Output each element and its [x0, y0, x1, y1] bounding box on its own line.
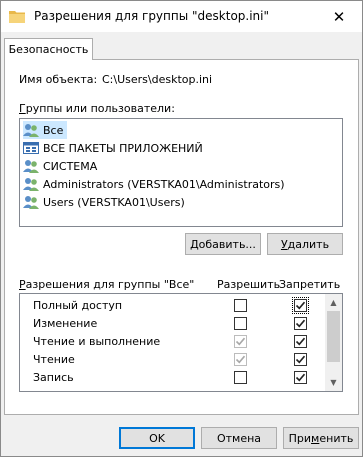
users-group-icon: [23, 122, 39, 138]
object-name-value: C:\Users\desktop.ini: [102, 73, 213, 86]
permission-row: Изменение: [20, 315, 326, 333]
list-item-all-app-packages[interactable]: ВСЕ ПАКЕТЫ ПРИЛОЖЕНИЙ: [23, 139, 207, 157]
permissions-label-rest: азрешения для группы "Все": [25, 278, 195, 291]
permissions-dialog: Разрешения для группы "desktop.ini" ✕ Бе…: [0, 0, 363, 457]
allow-checkbox[interactable]: [234, 299, 247, 312]
tab-security[interactable]: Безопасность: [4, 38, 93, 60]
scroll-up-arrow-icon[interactable]: ▲: [325, 294, 342, 311]
deny-checkbox[interactable]: [294, 335, 307, 348]
add-button-accel: Д: [190, 237, 199, 251]
allow-checkbox[interactable]: [234, 371, 247, 384]
permission-name: Запись: [33, 371, 74, 384]
deny-checkbox[interactable]: [292, 297, 309, 314]
deny-checkbox[interactable]: [294, 353, 307, 366]
title-bar: Разрешения для группы "desktop.ini" ✕: [1, 1, 362, 32]
list-item-label: Все: [43, 123, 64, 137]
groups-label-accel: Г: [19, 102, 26, 115]
allow-checkbox[interactable]: [234, 317, 247, 330]
list-item-system[interactable]: СИСТЕМА: [23, 157, 101, 175]
users-group-icon: [23, 158, 39, 174]
permission-name: Изменение: [33, 317, 98, 330]
users-group-icon: [23, 194, 39, 210]
ok-button[interactable]: OK: [119, 427, 195, 449]
groups-label: Группы или пользователи:: [19, 102, 175, 115]
allow-column-header: Разрешить: [217, 278, 281, 291]
add-button[interactable]: Добавить...: [185, 233, 261, 255]
groups-list[interactable]: Все ВСЕ ПАКЕТЫ ПРИЛОЖЕНИЙ СИСТЕМА Admini…: [19, 118, 343, 227]
apply-button[interactable]: При м енить: [283, 427, 359, 449]
apply-button-accel: м: [311, 431, 320, 445]
permission-row: Чтение: [20, 351, 326, 369]
permission-name: Полный доступ: [33, 299, 123, 312]
users-group-icon: [23, 176, 39, 192]
cancel-button[interactable]: Отмена: [201, 427, 277, 449]
list-item-label: ВСЕ ПАКЕТЫ ПРИЛОЖЕНИЙ: [43, 141, 203, 155]
permission-row: Запись: [20, 369, 326, 387]
list-item-everyone[interactable]: Все: [23, 121, 68, 139]
scrollbar-thumb[interactable]: [327, 311, 340, 362]
list-item-users[interactable]: Users (VERSTKA01\Users): [23, 193, 189, 211]
apply-button-label-pre: При: [288, 431, 312, 445]
permissions-scrollbar[interactable]: ▲ ▼: [325, 294, 342, 391]
object-name-label: Имя объекта:: [19, 73, 98, 86]
deny-checkbox[interactable]: [294, 317, 307, 330]
permissions-list: Полный доступ Изменение Чтение и выполнени…: [19, 293, 343, 392]
remove-button[interactable]: Удалить: [267, 233, 343, 255]
groups-label-rest: руппы или пользователи:: [25, 102, 175, 115]
close-button[interactable]: ✕: [316, 1, 362, 32]
allow-checkbox: [234, 353, 247, 366]
scroll-down-arrow-icon[interactable]: ▼: [325, 374, 342, 391]
permissions-label-accel: Р: [19, 278, 26, 291]
permissions-label: Разрешения для группы "Все": [19, 278, 194, 291]
permission-name: Чтение и выполнение: [33, 335, 161, 348]
permission-row: Полный доступ: [20, 297, 326, 315]
list-item-administrators[interactable]: Administrators (VERSTKA01\Administrators…: [23, 175, 289, 193]
permission-row: Чтение и выполнение: [20, 333, 326, 351]
list-item-label: СИСТЕМА: [43, 159, 98, 173]
window-title: Разрешения для группы "desktop.ini": [34, 9, 270, 23]
permission-name: Чтение: [33, 353, 75, 366]
close-icon: ✕: [332, 7, 346, 26]
deny-checkbox[interactable]: [294, 371, 307, 384]
add-button-label: обавить...: [198, 237, 256, 251]
deny-column-header: Запретить: [279, 278, 341, 291]
folder-icon: [9, 9, 25, 23]
allow-checkbox: [234, 335, 247, 348]
app-packages-icon: [23, 140, 39, 156]
list-item-label: Administrators (VERSTKA01\Administrators…: [43, 177, 285, 191]
remove-button-label: далить: [287, 237, 330, 251]
list-item-label: Users (VERSTKA01\Users): [43, 195, 185, 209]
remove-button-accel: У: [280, 237, 288, 251]
apply-button-label-post: енить: [319, 431, 354, 445]
